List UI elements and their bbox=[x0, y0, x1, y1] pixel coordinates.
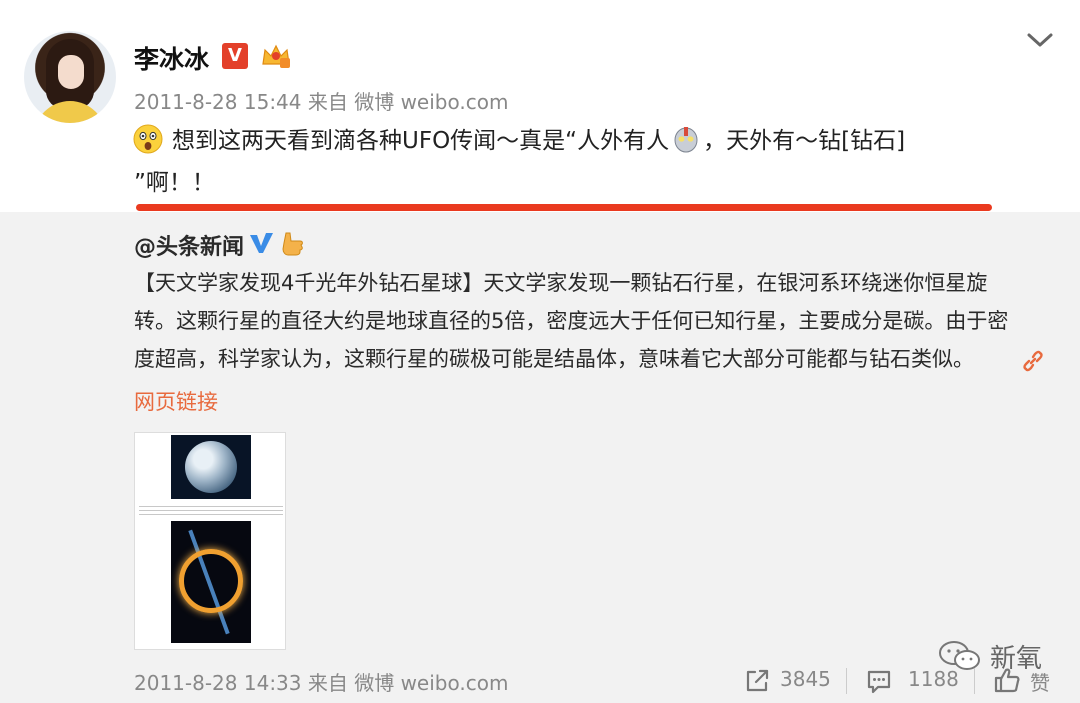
repost-source-prefix: 来自 bbox=[307, 671, 348, 695]
repost-body: 【天文学家发现4千光年外钻石星球】天文学家发现一颗钻石行星，在银河系环绕迷你恒星… bbox=[134, 264, 1034, 378]
comment-icon[interactable] bbox=[866, 668, 892, 694]
repost-author[interactable]: @头条新闻 bbox=[134, 229, 244, 261]
vip-badge-icon: V bbox=[222, 43, 248, 69]
post-text-part-a: 想到这两天看到滴各种UFO传闻～真是“人外有人 bbox=[172, 128, 670, 154]
post-timestamp: 2011-8-28 15:44 bbox=[134, 90, 302, 114]
link-icon[interactable] bbox=[1022, 350, 1044, 372]
username[interactable]: 李冰冰 bbox=[134, 40, 209, 76]
highlight-underline bbox=[136, 204, 992, 211]
hand-pointer-icon bbox=[282, 232, 303, 256]
repost-source[interactable]: 微博 weibo.com bbox=[354, 671, 508, 695]
repost-body-line: 【天文学家发现4千光年外钻石星球】天文学家发现一颗钻石行星，在银河系环绕迷你恒星… bbox=[134, 271, 988, 295]
chevron-down-icon[interactable] bbox=[1026, 30, 1054, 50]
repost-body-line: 度超高，科学家认为，这颗行星的碳极可能是结晶体，意味着它大部分可能都与钻石类似。 bbox=[134, 347, 974, 371]
post-source[interactable]: 微博 weibo.com bbox=[354, 90, 508, 114]
share-icon[interactable] bbox=[744, 668, 770, 694]
like-label[interactable]: 赞 bbox=[1030, 667, 1050, 696]
post-meta: 2011-8-28 15:44 来自 微博 weibo.com bbox=[134, 86, 508, 115]
thumbnail-caption bbox=[139, 503, 283, 517]
verified-v-icon bbox=[250, 233, 273, 253]
thumbnail-orbit-image bbox=[171, 521, 251, 643]
surprised-emoji-icon bbox=[133, 124, 163, 154]
post-source-prefix: 来自 bbox=[307, 90, 348, 114]
repost-meta: 2011-8-28 14:33 来自 微博 weibo.com bbox=[134, 667, 508, 696]
post-text-part-b: ，天外有～钻[钻石] bbox=[703, 128, 906, 154]
repost-timestamp: 2011-8-28 14:33 bbox=[134, 671, 302, 695]
article-thumbnail[interactable] bbox=[134, 432, 286, 650]
crown-icon bbox=[262, 44, 290, 68]
thumbnail-planet-image bbox=[171, 435, 251, 499]
avatar[interactable] bbox=[24, 31, 116, 123]
web-link[interactable]: 网页链接 bbox=[134, 386, 218, 416]
share-count[interactable]: 3845 bbox=[780, 667, 831, 691]
comment-count[interactable]: 1188 bbox=[908, 667, 959, 691]
divider bbox=[974, 668, 975, 694]
post-text-line2: ”啊！！ bbox=[134, 170, 215, 196]
robot-emoji-icon bbox=[674, 127, 698, 153]
repost-body-line: 转。这颗行星的直径大约是地球直径的5倍，密度远大于任何已知行星，主要成分是碳。由… bbox=[134, 309, 1009, 333]
thumbs-up-icon[interactable] bbox=[994, 666, 1020, 694]
post-text-line1: 想到这两天看到滴各种UFO传闻～真是“人外有人 ，天外有～钻[钻石] bbox=[172, 123, 905, 159]
divider bbox=[846, 668, 847, 694]
